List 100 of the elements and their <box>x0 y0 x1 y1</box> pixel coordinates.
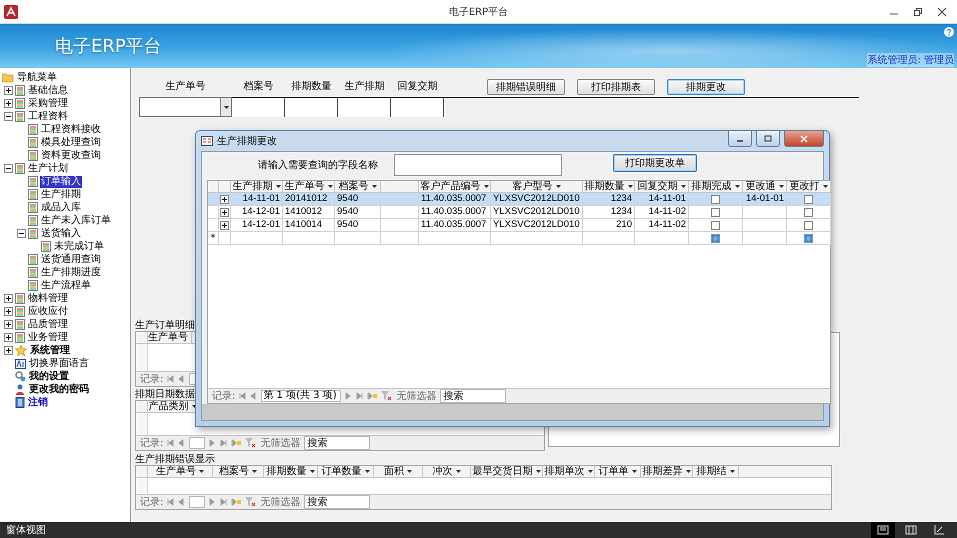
column-header[interactable]: 客户产品编号 <box>419 181 491 192</box>
query-field[interactable] <box>394 154 562 176</box>
tree-item[interactable]: 送货输入 <box>40 228 82 240</box>
restore-icon[interactable] <box>913 6 923 16</box>
dropdown-arrow-icon[interactable] <box>632 470 636 473</box>
tree-item[interactable]: 工程资料接收 <box>40 124 102 136</box>
action-button[interactable]: 打印排期表 <box>577 79 655 95</box>
dropdown-arrow-icon[interactable] <box>372 185 376 188</box>
maximize-button[interactable] <box>756 131 780 147</box>
tree-item[interactable]: 物料管理 <box>27 292 69 304</box>
input-field[interactable] <box>232 97 285 117</box>
dropdown-arrow-icon[interactable] <box>778 185 784 188</box>
dropdown-arrow-icon[interactable] <box>199 470 204 473</box>
column-header[interactable]: 生产排期 <box>231 181 283 192</box>
collapse-icon[interactable] <box>4 112 13 121</box>
tree-item[interactable]: 注销 <box>27 396 49 408</box>
expand-icon[interactable] <box>4 307 13 316</box>
dropdown-arrow-icon[interactable] <box>407 470 412 473</box>
tree-item[interactable]: 生产排期进度 <box>40 266 102 278</box>
new-row[interactable]: * <box>208 232 830 245</box>
column-header[interactable]: 排期结 <box>693 466 739 477</box>
expand-icon[interactable] <box>4 333 13 342</box>
dropdown-arrow-icon[interactable] <box>484 185 488 188</box>
column-header[interactable]: 排期差异 <box>641 466 693 477</box>
dropdown-arrow-icon[interactable] <box>556 185 560 188</box>
tree-item[interactable]: 采购管理 <box>27 98 69 110</box>
dropdown-arrow-icon[interactable] <box>734 185 740 188</box>
dropdown-arrow-icon[interactable] <box>276 185 280 188</box>
expand-icon[interactable] <box>4 86 13 95</box>
tree-item[interactable]: 应收应付 <box>27 306 69 318</box>
column-header[interactable]: 订单数量 <box>318 466 374 477</box>
tree-item[interactable]: 切换界面语言 <box>28 358 90 370</box>
close-button[interactable] <box>784 131 824 147</box>
column-header[interactable]: 排期数量 <box>583 181 635 192</box>
tree-item[interactable]: 工程资料 <box>27 110 69 122</box>
input-field[interactable] <box>391 97 444 117</box>
column-header[interactable]: 面积 <box>374 466 423 477</box>
dropdown-arrow-icon[interactable] <box>822 185 828 188</box>
column-header[interactable]: 冲次 <box>423 466 471 477</box>
tree-item[interactable]: 我的设置 <box>28 370 70 382</box>
tree-item[interactable]: 资料更改查询 <box>40 150 102 162</box>
search-field[interactable]: 搜索 <box>304 436 370 450</box>
table-row[interactable]: 14-12-01 1410014 9540 11.40.035.0007 YLXSVC2012LD010 210 14-11-02 <box>208 219 830 232</box>
dropdown-arrow-icon[interactable] <box>686 470 690 473</box>
checkbox[interactable] <box>804 234 813 242</box>
dropdown-arrow-icon[interactable] <box>588 470 592 473</box>
checkbox[interactable] <box>804 208 813 216</box>
record-field[interactable] <box>189 437 206 449</box>
column-header[interactable]: 档案号 <box>335 181 381 192</box>
checkbox[interactable] <box>711 208 720 216</box>
dropdown-arrow-icon[interactable] <box>628 185 632 188</box>
expand-icon[interactable] <box>220 194 229 204</box>
minimize-button[interactable] <box>728 131 752 147</box>
tree-item[interactable]: 订单输入 <box>40 176 82 188</box>
input-field[interactable] <box>338 97 391 117</box>
combo-field[interactable] <box>139 97 232 117</box>
expand-icon[interactable] <box>220 220 229 230</box>
search-field[interactable]: 搜索 <box>304 495 370 509</box>
tree-item[interactable]: 基础信息 <box>27 84 69 96</box>
column-header[interactable]: 更改通 <box>743 181 787 192</box>
dropdown-arrow-icon[interactable] <box>730 470 734 473</box>
tree-item[interactable]: 送货通用查询 <box>40 254 102 266</box>
checkbox[interactable] <box>804 194 813 204</box>
search-field[interactable]: 搜索 <box>440 389 506 403</box>
record-field[interactable] <box>189 496 206 508</box>
tree-item[interactable]: 模具处理查询 <box>40 136 102 148</box>
column-header[interactable]: 排期数量 <box>264 466 318 477</box>
tree-item[interactable]: 业务管理 <box>27 332 69 344</box>
column-header[interactable]: 排期完成 <box>689 181 743 192</box>
collapse-icon[interactable] <box>4 164 13 173</box>
expand-icon[interactable] <box>4 99 13 108</box>
action-button[interactable]: 排期错误明细 <box>487 79 565 95</box>
expand-icon[interactable] <box>4 346 13 355</box>
tree-item[interactable]: 生产未入库订单 <box>40 214 112 226</box>
checkbox[interactable] <box>804 220 813 230</box>
expand-icon[interactable] <box>4 294 13 303</box>
expand-icon[interactable] <box>4 320 13 329</box>
column-header[interactable]: 最早交货日期 <box>471 466 543 477</box>
tree-item[interactable]: 成品入库 <box>40 202 82 214</box>
tree-item[interactable]: 生产排期 <box>40 188 82 200</box>
column-header[interactable]: 回复交期 <box>635 181 689 192</box>
checkbox[interactable] <box>711 220 720 230</box>
column-header[interactable]: 客户型号 <box>491 181 583 192</box>
dropdown-arrow-icon[interactable] <box>680 185 686 188</box>
tree-item[interactable]: 系统管理 <box>29 344 71 356</box>
column-header[interactable]: 排期单次 <box>543 466 595 477</box>
tree-item[interactable]: 生产流程单 <box>40 280 92 292</box>
close-icon[interactable] <box>937 6 947 16</box>
tree-item[interactable]: 导航菜单 <box>16 72 58 84</box>
print-button[interactable]: 打印期更改单 <box>613 154 697 172</box>
tree-item[interactable]: 更改我的密码 <box>28 384 90 396</box>
column-header[interactable]: 订单单 <box>595 466 641 477</box>
dropdown-arrow-icon[interactable] <box>364 470 370 473</box>
view-button[interactable] <box>871 522 895 538</box>
dropdown-arrow-icon[interactable] <box>456 470 460 473</box>
column-header[interactable]: 更改打 <box>787 181 831 192</box>
action-button[interactable]: 排期更改 <box>667 79 745 95</box>
dropdown-arrow-icon[interactable] <box>536 470 540 473</box>
column-header[interactable]: 生产单号 <box>148 466 213 477</box>
checkbox[interactable] <box>711 194 720 204</box>
